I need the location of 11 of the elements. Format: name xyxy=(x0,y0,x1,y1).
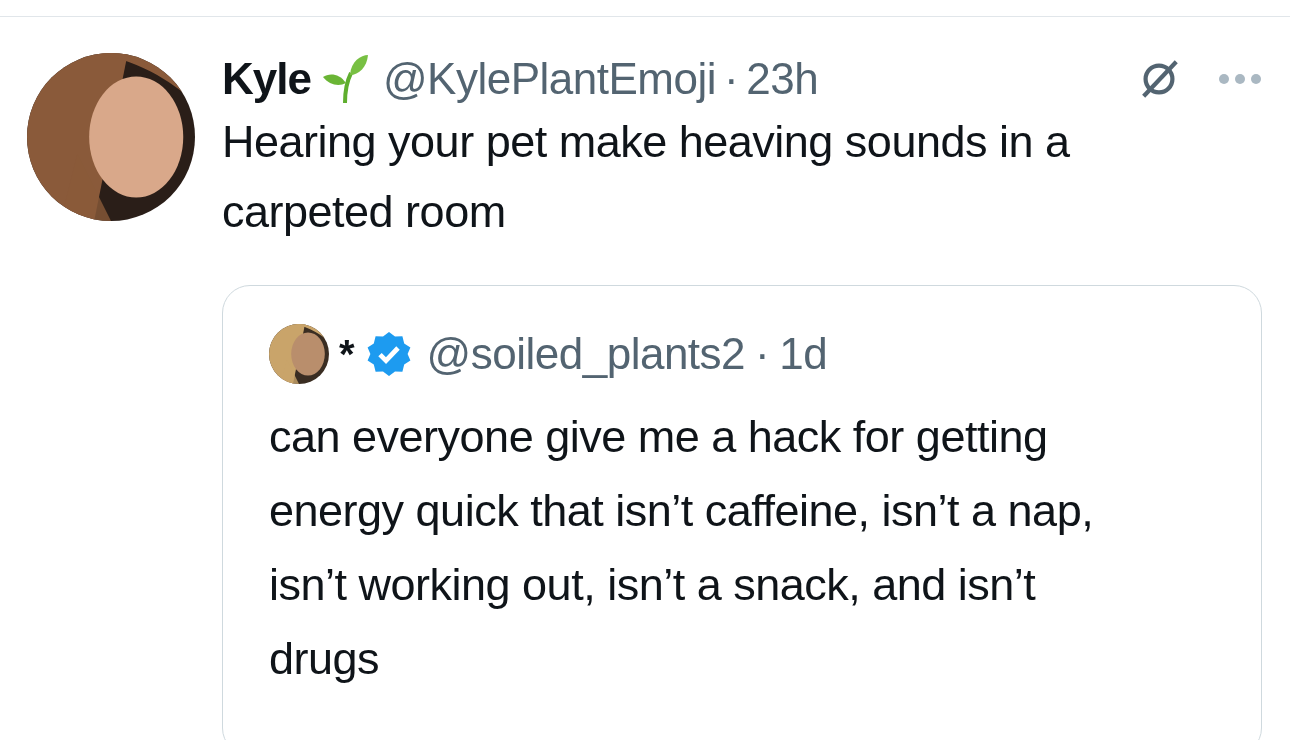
separator-dot: · xyxy=(724,54,739,104)
post-time: 23h xyxy=(746,54,819,104)
quoted-post-time: 1d xyxy=(779,329,828,379)
quoted-author-handle: @soiled_plants2 xyxy=(426,329,746,379)
author-name: Kyle xyxy=(222,54,311,104)
quoted-post-text: can everyone give me a hack for getting energy quick that isn’t caffeine, isn’t a nap, isn’t working out, isn’t a snack, and isn’t drugs xyxy=(269,410,1095,686)
author-handle: @KylePlantEmoji xyxy=(382,54,717,104)
sprout-icon xyxy=(320,53,369,105)
post-text: Hearing your pet make heaving sounds in a carpeted room xyxy=(222,115,1071,239)
quoted-author-name: * xyxy=(339,331,355,377)
separator-dot: · xyxy=(755,329,770,379)
